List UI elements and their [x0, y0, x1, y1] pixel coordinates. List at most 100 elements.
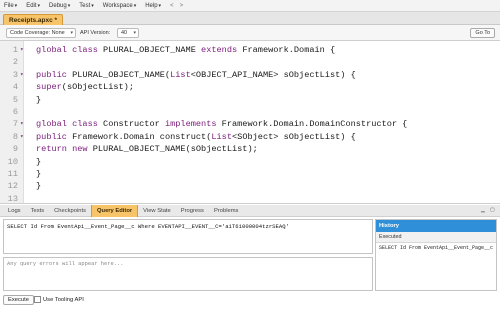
code-line: 13: [0, 193, 500, 204]
code-keyword: List: [170, 69, 191, 80]
tab-checkpoints[interactable]: Checkpoints: [49, 205, 91, 217]
line-number: 12: [7, 181, 18, 192]
line-number: 6: [12, 107, 18, 117]
menu-help[interactable]: Help▾: [145, 3, 161, 9]
code-keyword: List: [211, 131, 232, 142]
minimize-panel-icon[interactable]: ▁: [481, 207, 485, 213]
file-tab-strip: Receipts.apxc *: [0, 12, 500, 25]
code-token: }: [36, 181, 42, 192]
line-number: 1: [12, 45, 18, 55]
code-keyword: public: [36, 69, 67, 80]
goto-button[interactable]: Go To: [470, 28, 495, 38]
code-line: 9 return new PLURAL_OBJECT_NAME(sObjectLi…: [0, 143, 500, 155]
menu-debug[interactable]: Debug▾: [49, 3, 70, 9]
api-version-select[interactable]: 40 ▾: [117, 28, 139, 38]
code-token: }: [36, 156, 42, 167]
line-number: 10: [7, 156, 18, 167]
history-column-header[interactable]: Executed: [376, 232, 496, 243]
fold-toggle-icon[interactable]: ▾: [20, 69, 26, 81]
history-row[interactable]: SELECT Id From EventApi__Event_Page__c W…: [376, 243, 496, 253]
code-text: }: [36, 94, 41, 106]
line-number: 9: [12, 144, 18, 155]
code-editor[interactable]: 1 ▾ global class PLURAL_OBJECT_NAME extend…: [0, 41, 500, 204]
code-keyword: global class: [36, 45, 98, 55]
fold-toggle-icon[interactable]: ▾: [20, 131, 26, 143]
tab-query-editor[interactable]: Query Editor: [91, 204, 139, 217]
menu-edit[interactable]: Edit▾: [26, 3, 40, 9]
line-number: 2: [12, 57, 18, 68]
code-keyword: implements: [164, 119, 217, 130]
menu-test[interactable]: Test▾: [79, 3, 94, 9]
line-number: 11: [7, 169, 18, 179]
back-arrow-icon[interactable]: <: [170, 3, 174, 9]
code-keyword: extends: [201, 45, 238, 55]
code-text: global class PLURAL_OBJECT_NAME extends …: [36, 44, 335, 56]
fold-toggle-icon[interactable]: ▾: [20, 118, 26, 130]
code-token: Framework.Domain.DomainConstructor {: [216, 119, 408, 130]
history-title: History: [376, 220, 496, 232]
chevron-down-icon: ▾: [70, 30, 73, 36]
code-token: PLURAL_OBJECT_NAME(: [66, 69, 171, 80]
menu-bar: File▾ Edit▾ Debug▾ Test▾ Workspace▾ Help…: [0, 0, 500, 12]
execute-button[interactable]: Execute: [3, 295, 34, 305]
code-keyword: public: [36, 131, 67, 142]
code-token: (sObjectList);: [61, 82, 134, 93]
line-number: 3: [12, 69, 18, 80]
api-version-label: API Version:: [80, 30, 111, 36]
code-line: 7 ▾ global class Constructor implements Fr…: [0, 118, 500, 130]
tab-logs[interactable]: Logs: [3, 205, 26, 217]
forward-arrow-icon[interactable]: >: [180, 3, 184, 9]
line-number: 5: [12, 94, 18, 105]
api-version-value: 40: [121, 30, 128, 36]
code-line: 11}: [0, 168, 500, 180]
code-token: <OBJECT_API_NAME> sObjectList) {: [190, 69, 356, 80]
line-number: 13: [7, 193, 18, 204]
editor-toolbar: Code Coverage: None ▾ API Version: 40 ▾ …: [0, 25, 500, 41]
code-line: 5}: [0, 94, 500, 106]
history-panel: History Executed SELECT Id From EventApi…: [375, 219, 497, 291]
code-keyword: global class: [36, 119, 98, 130]
tab-problems[interactable]: Problems: [209, 205, 243, 217]
line-number: 7: [12, 119, 18, 130]
code-text: public Framework.Domain construct(List<S…: [36, 131, 356, 143]
menu-workspace[interactable]: Workspace▾: [103, 3, 136, 9]
tab-view-state[interactable]: View State: [138, 205, 176, 217]
query-errors-area: Any query errors will appear here...: [3, 257, 373, 291]
code-text: }: [36, 180, 41, 192]
code-token: <SObject> sObjectList) {: [232, 131, 356, 142]
code-line: 3 ▾ public PLURAL_OBJECT_NAME(List<OBJECT_…: [0, 69, 500, 81]
code-token: Framework.Domain {: [237, 45, 336, 55]
code-token: PLURAL_OBJECT_NAME: [97, 45, 202, 55]
code-text: global class Constructor implements Fram…: [36, 118, 407, 130]
code-token: Framework.Domain construct(: [66, 131, 212, 142]
menu-file[interactable]: File▾: [4, 3, 17, 9]
use-tooling-api-checkbox[interactable]: [34, 296, 41, 303]
code-coverage-select[interactable]: Code Coverage: None ▾: [6, 28, 76, 38]
code-token: PLURAL_OBJECT_NAME(sObjectList);: [87, 144, 258, 155]
code-line: 4 super(sObjectList);: [0, 81, 500, 93]
chevron-down-icon: ▾: [133, 30, 136, 36]
code-line: 2: [0, 56, 500, 68]
code-text: }: [36, 156, 41, 168]
use-tooling-api-label: Use Tooling API: [43, 297, 84, 303]
line-number: 8: [12, 131, 18, 142]
line-number: 4: [12, 82, 18, 93]
tab-tests[interactable]: Tests: [26, 205, 50, 217]
code-line: 10}: [0, 156, 500, 168]
bottom-panel-tabs: Logs Tests Checkpoints Query Editor View Sta…: [0, 204, 500, 217]
tab-progress[interactable]: Progress: [176, 205, 209, 217]
code-text: public PLURAL_OBJECT_NAME(List<OBJECT_AP…: [36, 69, 356, 81]
code-text: super(sObjectList);: [36, 81, 134, 93]
query-input[interactable]: SELECT Id From EventApi__Event_Page__c W…: [3, 219, 373, 254]
code-line: 8 ▾ public Framework.Domain construct(List…: [0, 131, 500, 143]
maximize-panel-icon[interactable]: ▢: [490, 207, 495, 213]
fold-toggle-icon[interactable]: ▾: [20, 44, 26, 56]
code-token: }: [36, 94, 42, 105]
code-keyword: return new: [36, 144, 88, 155]
file-tab-receipts[interactable]: Receipts.apxc *: [3, 14, 64, 25]
code-line: 1 ▾ global class PLURAL_OBJECT_NAME extend…: [0, 44, 500, 56]
code-text: }: [36, 168, 41, 180]
code-coverage-value: Code Coverage: None: [10, 30, 65, 36]
code-line: 6: [0, 106, 500, 118]
code-token: Constructor: [97, 119, 165, 130]
